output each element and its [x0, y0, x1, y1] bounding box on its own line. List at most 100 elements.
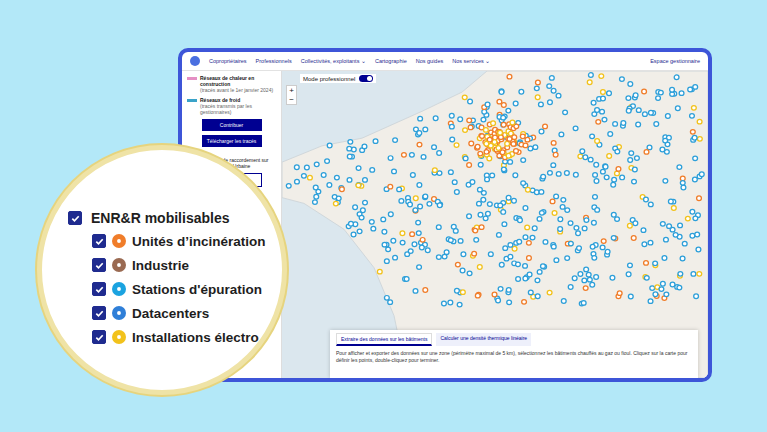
panel-tab[interactable]: Extraire des données sur les bâtiments	[336, 333, 432, 346]
map-pin[interactable]	[695, 232, 700, 237]
map-pin[interactable]	[641, 228, 646, 233]
map-pin[interactable]	[601, 96, 606, 101]
map-pin[interactable]	[437, 151, 442, 156]
map-pin[interactable]	[636, 108, 641, 113]
map-pin[interactable]	[536, 80, 541, 85]
checkbox[interactable]	[92, 306, 106, 320]
map-pin[interactable]	[400, 231, 405, 236]
map-pin[interactable]	[513, 101, 518, 106]
map-pin[interactable]	[496, 298, 501, 303]
switch[interactable]	[359, 75, 373, 82]
map-pin[interactable]	[626, 108, 631, 113]
map-pin[interactable]	[659, 287, 664, 292]
map-pin[interactable]	[314, 194, 319, 199]
map-pin[interactable]	[453, 229, 458, 234]
map-pin[interactable]	[660, 147, 665, 152]
map-pin[interactable]	[588, 157, 593, 162]
map-pin[interactable]	[660, 222, 665, 227]
checkbox[interactable]	[92, 330, 106, 344]
map-pin[interactable]	[498, 130, 503, 135]
map-pin[interactable]	[539, 190, 544, 195]
map-pin[interactable]	[697, 119, 702, 124]
map-pin[interactable]	[397, 187, 402, 192]
map-pin[interactable]	[463, 128, 468, 133]
map-pin[interactable]	[681, 185, 686, 190]
map-pin[interactable]	[635, 156, 640, 161]
map-pin[interactable]	[388, 156, 393, 161]
map-pin[interactable]	[680, 256, 685, 261]
map-pin[interactable]	[528, 290, 533, 295]
map-pin[interactable]	[572, 276, 577, 281]
map-pin[interactable]	[693, 85, 698, 90]
map-pin[interactable]	[384, 259, 389, 264]
map-pin[interactable]	[402, 153, 407, 158]
map-pin[interactable]	[599, 74, 604, 79]
map-pin[interactable]	[450, 137, 455, 142]
map-pin[interactable]	[316, 189, 321, 194]
map-pin[interactable]	[677, 165, 682, 170]
map-pin[interactable]	[462, 95, 467, 100]
map-pin[interactable]	[679, 91, 684, 96]
map-pin[interactable]	[590, 244, 595, 249]
map-pin[interactable]	[455, 262, 460, 267]
map-pin[interactable]	[416, 231, 421, 236]
map-pin[interactable]	[333, 201, 338, 206]
map-pin[interactable]	[568, 221, 573, 226]
map-pin[interactable]	[603, 164, 608, 169]
map-pin[interactable]	[487, 202, 492, 207]
map-pin[interactable]	[699, 172, 704, 177]
map-pin[interactable]	[501, 122, 506, 127]
map-pin[interactable]	[537, 270, 542, 275]
map-pin[interactable]	[556, 93, 561, 98]
map-pin[interactable]	[442, 301, 447, 306]
map-pin[interactable]	[484, 141, 489, 146]
map-pin[interactable]	[480, 134, 485, 139]
map-pin[interactable]	[454, 190, 459, 195]
map-pin[interactable]	[454, 143, 459, 148]
map-pin[interactable]	[506, 153, 511, 158]
map-pin[interactable]	[467, 163, 472, 168]
map-pin[interactable]	[586, 272, 591, 277]
map-pin[interactable]	[564, 171, 569, 176]
map-pin[interactable]	[537, 217, 542, 222]
map-pin[interactable]	[371, 226, 376, 231]
map-pin[interactable]	[413, 208, 418, 213]
map-pin[interactable]	[613, 122, 618, 127]
map-pin[interactable]	[460, 290, 465, 295]
map-pin[interactable]	[348, 140, 353, 145]
map-pin[interactable]	[694, 294, 699, 299]
map-pin[interactable]	[642, 112, 647, 117]
map-pin[interactable]	[508, 243, 513, 248]
map-pin[interactable]	[501, 122, 506, 127]
map-pin[interactable]	[690, 209, 695, 214]
map-pin[interactable]	[559, 132, 564, 137]
map-pin[interactable]	[482, 109, 487, 114]
map-pin[interactable]	[611, 236, 616, 241]
map-pin[interactable]	[578, 272, 583, 277]
map-pin[interactable]	[642, 242, 647, 247]
map-pin[interactable]	[591, 220, 596, 225]
map-pin[interactable]	[682, 241, 687, 246]
map-pin[interactable]	[550, 199, 555, 204]
map-pin[interactable]	[670, 282, 675, 287]
map-pin[interactable]	[404, 277, 409, 282]
map-pin[interactable]	[592, 256, 597, 261]
map-pin[interactable]	[452, 180, 457, 185]
map-pin[interactable]	[468, 125, 473, 130]
map-pin[interactable]	[653, 292, 658, 297]
map-pin[interactable]	[506, 288, 511, 293]
map-pin[interactable]	[607, 154, 612, 159]
map-pin[interactable]	[535, 278, 540, 283]
map-pin[interactable]	[615, 171, 620, 176]
map-pin[interactable]	[583, 286, 588, 291]
map-pin[interactable]	[551, 88, 556, 93]
zoom-button[interactable]: −	[287, 95, 296, 104]
map-pin[interactable]	[497, 130, 502, 135]
map-pin[interactable]	[432, 145, 437, 150]
map-pin[interactable]	[660, 281, 665, 286]
map-pin[interactable]	[485, 102, 490, 107]
map-pin[interactable]	[648, 240, 653, 245]
map-pin[interactable]	[479, 134, 484, 139]
map-pin[interactable]	[667, 224, 672, 229]
map-pin[interactable]	[654, 122, 659, 127]
